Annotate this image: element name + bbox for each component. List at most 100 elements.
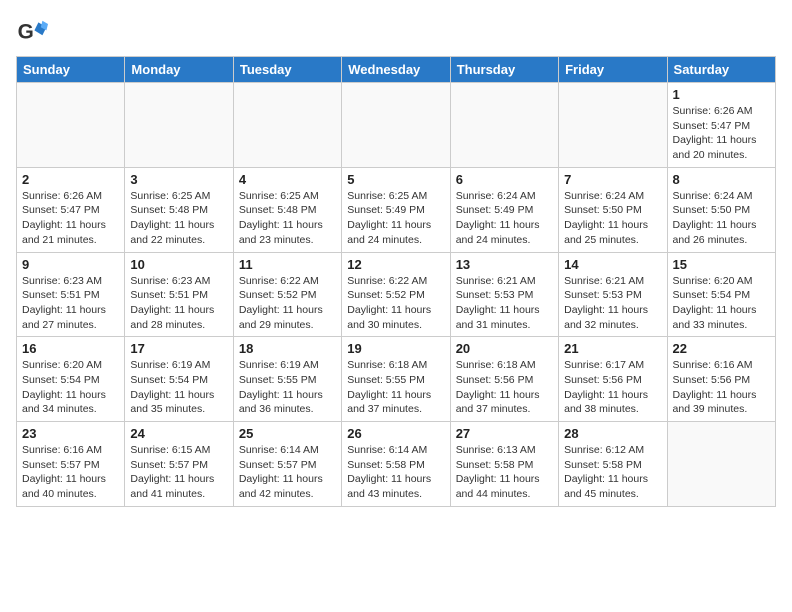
day-info: Sunrise: 6:24 AMSunset: 5:50 PMDaylight:… — [673, 189, 770, 248]
day-info: Sunrise: 6:19 AMSunset: 5:55 PMDaylight:… — [239, 358, 336, 417]
calendar-cell — [233, 83, 341, 168]
weekday-header: Wednesday — [342, 57, 450, 83]
day-number: 2 — [22, 172, 119, 187]
day-info: Sunrise: 6:20 AMSunset: 5:54 PMDaylight:… — [673, 274, 770, 333]
calendar-cell: 13 Sunrise: 6:21 AMSunset: 5:53 PMDayligh… — [450, 252, 558, 337]
calendar-cell: 1 Sunrise: 6:26 AMSunset: 5:47 PMDaylight… — [667, 83, 775, 168]
calendar-cell: 16 Sunrise: 6:20 AMSunset: 5:54 PMDayligh… — [17, 337, 125, 422]
day-number: 18 — [239, 341, 336, 356]
day-number: 12 — [347, 257, 444, 272]
day-number: 21 — [564, 341, 661, 356]
day-info: Sunrise: 6:26 AMSunset: 5:47 PMDaylight:… — [673, 104, 770, 163]
weekday-header: Friday — [559, 57, 667, 83]
calendar-cell: 7 Sunrise: 6:24 AMSunset: 5:50 PMDaylight… — [559, 167, 667, 252]
day-number: 23 — [22, 426, 119, 441]
calendar-cell: 5 Sunrise: 6:25 AMSunset: 5:49 PMDaylight… — [342, 167, 450, 252]
calendar-cell: 17 Sunrise: 6:19 AMSunset: 5:54 PMDayligh… — [125, 337, 233, 422]
calendar-cell — [450, 83, 558, 168]
calendar-cell: 21Sunrise: 6:17 AMSunset: 5:56 PMDayligh… — [559, 337, 667, 422]
day-info: Sunrise: 6:22 AMSunset: 5:52 PMDaylight:… — [239, 274, 336, 333]
day-number: 25 — [239, 426, 336, 441]
day-info: Sunrise: 6:25 AMSunset: 5:48 PMDaylight:… — [130, 189, 227, 248]
calendar-cell: 26 Sunrise: 6:14 AMSunset: 5:58 PMDayligh… — [342, 422, 450, 507]
day-info: Sunrise: 6:14 AMSunset: 5:58 PMDaylight:… — [347, 443, 444, 502]
day-info: Sunrise: 6:22 AMSunset: 5:52 PMDaylight:… — [347, 274, 444, 333]
day-info: Sunrise: 6:13 AMSunset: 5:58 PMDaylight:… — [456, 443, 553, 502]
logo: G — [16, 16, 50, 48]
calendar-cell: 20 Sunrise: 6:18 AMSunset: 5:56 PMDayligh… — [450, 337, 558, 422]
day-info: Sunrise: 6:18 AMSunset: 5:55 PMDaylight:… — [347, 358, 444, 417]
weekday-header: Monday — [125, 57, 233, 83]
day-info: Sunrise: 6:24 AMSunset: 5:49 PMDaylight:… — [456, 189, 553, 248]
calendar-cell — [667, 422, 775, 507]
calendar-table: SundayMondayTuesdayWednesdayThursdayFrid… — [16, 56, 776, 507]
calendar-cell: 23 Sunrise: 6:16 AMSunset: 5:57 PMDayligh… — [17, 422, 125, 507]
day-number: 1 — [673, 87, 770, 102]
calendar-cell: 15 Sunrise: 6:20 AMSunset: 5:54 PMDayligh… — [667, 252, 775, 337]
weekday-header: Tuesday — [233, 57, 341, 83]
day-number: 24 — [130, 426, 227, 441]
day-number: 11 — [239, 257, 336, 272]
day-number: 26 — [347, 426, 444, 441]
day-number: 19 — [347, 341, 444, 356]
day-info: Sunrise: 6:15 AMSunset: 5:57 PMDaylight:… — [130, 443, 227, 502]
day-number: 16 — [22, 341, 119, 356]
calendar-cell — [559, 83, 667, 168]
day-info: Sunrise: 6:25 AMSunset: 5:48 PMDaylight:… — [239, 189, 336, 248]
calendar-cell: 25 Sunrise: 6:14 AMSunset: 5:57 PMDayligh… — [233, 422, 341, 507]
day-number: 10 — [130, 257, 227, 272]
calendar-cell: 8 Sunrise: 6:24 AMSunset: 5:50 PMDaylight… — [667, 167, 775, 252]
day-info: Sunrise: 6:24 AMSunset: 5:50 PMDaylight:… — [564, 189, 661, 248]
calendar-cell: 14Sunrise: 6:21 AMSunset: 5:53 PMDayligh… — [559, 252, 667, 337]
calendar-cell — [342, 83, 450, 168]
day-info: Sunrise: 6:20 AMSunset: 5:54 PMDaylight:… — [22, 358, 119, 417]
day-number: 27 — [456, 426, 553, 441]
day-number: 5 — [347, 172, 444, 187]
calendar-week-row: 16 Sunrise: 6:20 AMSunset: 5:54 PMDayligh… — [17, 337, 776, 422]
calendar-cell: 2 Sunrise: 6:26 AMSunset: 5:47 PMDaylight… — [17, 167, 125, 252]
day-info: Sunrise: 6:18 AMSunset: 5:56 PMDaylight:… — [456, 358, 553, 417]
day-info: Sunrise: 6:25 AMSunset: 5:49 PMDaylight:… — [347, 189, 444, 248]
weekday-header: Thursday — [450, 57, 558, 83]
calendar-cell: 27 Sunrise: 6:13 AMSunset: 5:58 PMDayligh… — [450, 422, 558, 507]
weekday-header-row: SundayMondayTuesdayWednesdayThursdayFrid… — [17, 57, 776, 83]
day-info: Sunrise: 6:14 AMSunset: 5:57 PMDaylight:… — [239, 443, 336, 502]
calendar-cell: 9 Sunrise: 6:23 AMSunset: 5:51 PMDaylight… — [17, 252, 125, 337]
day-number: 3 — [130, 172, 227, 187]
day-info: Sunrise: 6:23 AMSunset: 5:51 PMDaylight:… — [22, 274, 119, 333]
weekday-header: Saturday — [667, 57, 775, 83]
calendar-cell: 12 Sunrise: 6:22 AMSunset: 5:52 PMDayligh… — [342, 252, 450, 337]
calendar-cell: 24 Sunrise: 6:15 AMSunset: 5:57 PMDayligh… — [125, 422, 233, 507]
calendar-week-row: 23 Sunrise: 6:16 AMSunset: 5:57 PMDayligh… — [17, 422, 776, 507]
day-info: Sunrise: 6:21 AMSunset: 5:53 PMDaylight:… — [456, 274, 553, 333]
day-info: Sunrise: 6:19 AMSunset: 5:54 PMDaylight:… — [130, 358, 227, 417]
day-number: 7 — [564, 172, 661, 187]
day-number: 14 — [564, 257, 661, 272]
day-number: 4 — [239, 172, 336, 187]
calendar-cell: 28Sunrise: 6:12 AMSunset: 5:58 PMDayligh… — [559, 422, 667, 507]
day-info: Sunrise: 6:12 AMSunset: 5:58 PMDaylight:… — [564, 443, 661, 502]
calendar-cell: 3 Sunrise: 6:25 AMSunset: 5:48 PMDaylight… — [125, 167, 233, 252]
calendar-cell: 22Sunrise: 6:16 AMSunset: 5:56 PMDayligh… — [667, 337, 775, 422]
day-info: Sunrise: 6:26 AMSunset: 5:47 PMDaylight:… — [22, 189, 119, 248]
logo-icon: G — [16, 16, 48, 48]
calendar-week-row: 9 Sunrise: 6:23 AMSunset: 5:51 PMDaylight… — [17, 252, 776, 337]
calendar-cell — [17, 83, 125, 168]
page-header: G — [16, 16, 776, 48]
day-info: Sunrise: 6:16 AMSunset: 5:56 PMDaylight:… — [673, 358, 770, 417]
svg-text:G: G — [18, 20, 34, 43]
calendar-cell: 6 Sunrise: 6:24 AMSunset: 5:49 PMDaylight… — [450, 167, 558, 252]
day-number: 20 — [456, 341, 553, 356]
day-info: Sunrise: 6:23 AMSunset: 5:51 PMDaylight:… — [130, 274, 227, 333]
day-info: Sunrise: 6:16 AMSunset: 5:57 PMDaylight:… — [22, 443, 119, 502]
day-number: 9 — [22, 257, 119, 272]
day-number: 8 — [673, 172, 770, 187]
day-number: 13 — [456, 257, 553, 272]
calendar-cell: 4 Sunrise: 6:25 AMSunset: 5:48 PMDaylight… — [233, 167, 341, 252]
day-number: 6 — [456, 172, 553, 187]
calendar-week-row: 2 Sunrise: 6:26 AMSunset: 5:47 PMDaylight… — [17, 167, 776, 252]
day-number: 15 — [673, 257, 770, 272]
calendar-cell: 11 Sunrise: 6:22 AMSunset: 5:52 PMDayligh… — [233, 252, 341, 337]
day-number: 17 — [130, 341, 227, 356]
calendar-week-row: 1 Sunrise: 6:26 AMSunset: 5:47 PMDaylight… — [17, 83, 776, 168]
